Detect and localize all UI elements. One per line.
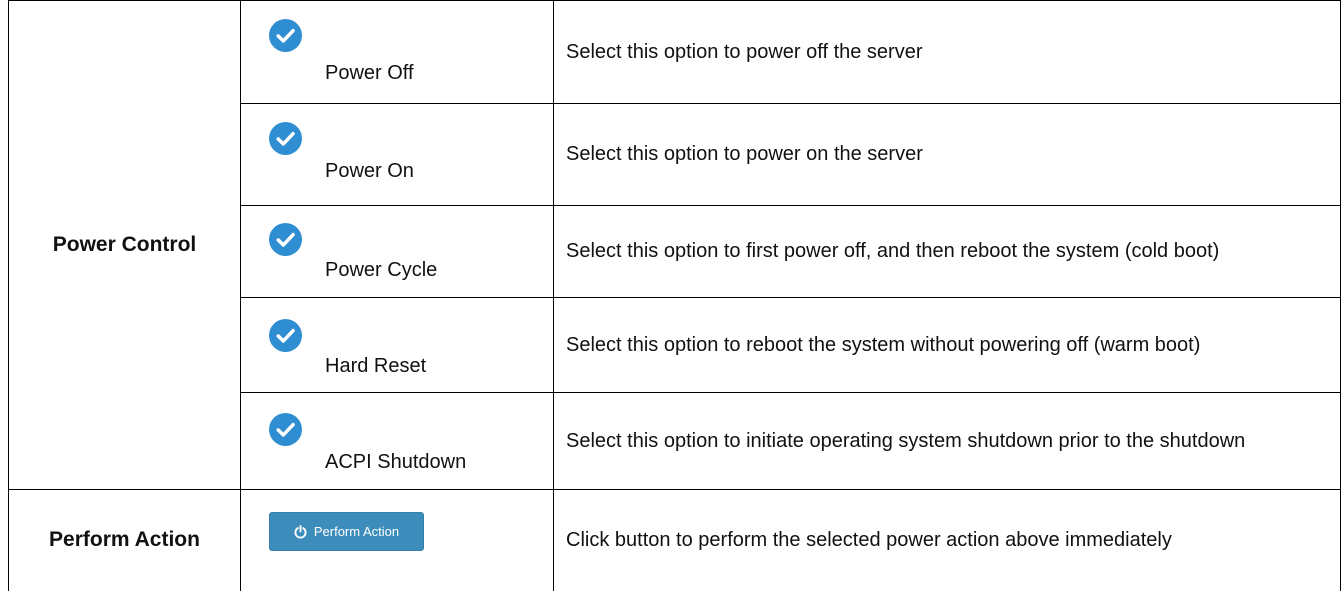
check-circle-icon[interactable] (269, 223, 302, 256)
option-label: Power Off (325, 62, 414, 84)
check-circle-icon[interactable] (269, 413, 302, 446)
check-circle-icon[interactable] (269, 122, 302, 155)
option-label: Power Cycle (325, 259, 438, 281)
option-description: Select this option to power on the serve… (553, 103, 1341, 206)
power-control-label: Power Control (8, 0, 241, 490)
perform-action-label: Perform Action (8, 489, 241, 591)
option-power-on[interactable]: Power On (240, 103, 554, 206)
perform-action-button-label: Perform Action (313, 524, 400, 539)
option-power-off[interactable]: Power Off (240, 0, 554, 104)
option-description: Select this option to reboot the system … (553, 297, 1341, 393)
power-icon (294, 524, 307, 538)
perform-action-button[interactable]: Perform Action (269, 512, 424, 551)
check-circle-icon[interactable] (269, 19, 302, 52)
power-options-table: Power Control Power Off Select this opti… (8, 0, 1341, 591)
check-circle-icon[interactable] (269, 319, 302, 352)
option-acpi-shutdown[interactable]: ACPI Shutdown (240, 392, 554, 490)
perform-action-description: Click button to perform the selected pow… (553, 489, 1341, 591)
option-label: Power On (325, 160, 414, 182)
table-row: Power Control Power Off Select this opti… (8, 0, 1341, 490)
table-row: Perform Action Perform Action Click butt… (8, 489, 1341, 591)
option-description: Select this option to power off the serv… (553, 0, 1341, 104)
perform-action-cell: Perform Action (240, 489, 554, 591)
option-description: Select this option to first power off, a… (553, 205, 1341, 298)
option-label: Hard Reset (325, 355, 427, 377)
option-description: Select this option to initiate operating… (553, 392, 1341, 490)
option-hard-reset[interactable]: Hard Reset (240, 297, 554, 393)
option-power-cycle[interactable]: Power Cycle (240, 205, 554, 298)
option-label: ACPI Shutdown (325, 451, 467, 473)
